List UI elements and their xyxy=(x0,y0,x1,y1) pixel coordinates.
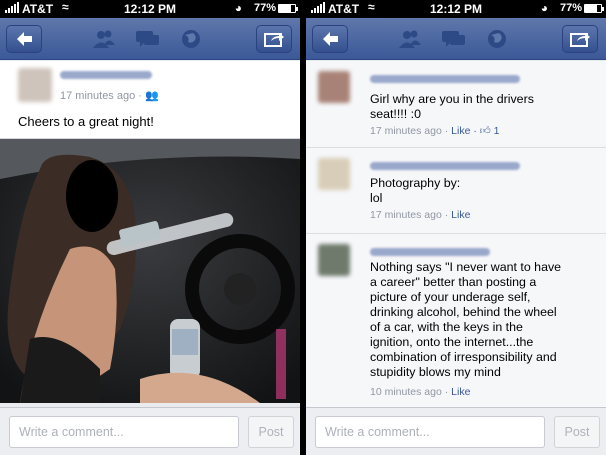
messages-icon[interactable] xyxy=(440,27,468,51)
author-avatar[interactable] xyxy=(18,68,52,102)
notifications-globe-icon[interactable] xyxy=(178,27,206,51)
post-photo[interactable] xyxy=(0,139,300,403)
comment-timestamp: 10 minutes ago · xyxy=(370,386,449,398)
author-name-redacted[interactable] xyxy=(60,71,152,79)
comment-text: Nothing says "I never want to have a car… xyxy=(370,260,562,379)
like-link[interactable]: Like xyxy=(451,386,470,398)
comment-input[interactable]: Write a comment... xyxy=(315,416,545,448)
commenter-avatar[interactable] xyxy=(318,244,350,276)
post-timestamp: 17 minutes ago · xyxy=(60,90,142,102)
share-icon xyxy=(570,33,590,47)
share-button[interactable] xyxy=(562,25,598,53)
comment-composer: Write a comment... Post xyxy=(0,407,300,455)
status-bar: AT&T ≈ 12:12 PM ◕ 77% xyxy=(0,0,300,18)
rotation-lock-icon: ◕ xyxy=(540,1,548,15)
post-comment-button[interactable]: Post xyxy=(248,416,294,448)
rotation-lock-icon: ◕ xyxy=(234,1,242,15)
commenter-avatar[interactable] xyxy=(318,158,350,190)
nav-icons xyxy=(90,27,206,51)
comment-item: Nothing says "I never want to have a car… xyxy=(306,234,606,407)
battery-percent: 77% xyxy=(559,2,582,14)
notifications-globe-icon[interactable] xyxy=(484,27,512,51)
messages-icon[interactable] xyxy=(134,27,162,51)
battery-icon xyxy=(278,4,298,13)
left-screen: AT&T ≈ 12:12 PM ◕ 77% 17 minutes ago · 👥… xyxy=(0,0,300,455)
commenter-name-redacted[interactable] xyxy=(370,162,520,170)
comment-timestamp: 17 minutes ago · xyxy=(370,209,449,221)
comment-meta: 10 minutes ago · Like xyxy=(370,386,470,398)
comment-meta: 17 minutes ago · Like · 👍︎ 1 xyxy=(370,124,500,137)
nav-icons xyxy=(396,27,512,51)
post-text: Cheers to a great night! xyxy=(18,114,154,129)
share-icon xyxy=(264,33,284,47)
back-button[interactable] xyxy=(6,25,42,53)
friend-requests-icon[interactable] xyxy=(396,27,424,51)
battery-icon xyxy=(584,4,604,13)
back-arrow-icon xyxy=(17,32,32,46)
like-count[interactable]: 1 xyxy=(494,125,500,137)
audience-friends-icon: 👥 xyxy=(145,90,159,102)
comment-timestamp: 17 minutes ago · xyxy=(370,125,449,137)
back-arrow-icon xyxy=(323,32,338,46)
nav-bar xyxy=(0,18,300,60)
commenter-name-redacted[interactable] xyxy=(370,248,490,256)
comment-text: Photography by: lol xyxy=(370,176,461,205)
commenter-name-redacted[interactable] xyxy=(370,75,520,83)
comment-input[interactable]: Write a comment... xyxy=(9,416,239,448)
commenter-avatar[interactable] xyxy=(318,71,350,103)
comment-item: Girl why are you in the drivers seat!!!!… xyxy=(306,61,606,148)
comment-item: Photography by: lol 17 minutes ago · Lik… xyxy=(306,148,606,234)
back-button[interactable] xyxy=(312,25,348,53)
status-bar: AT&T ≈ 12:12 PM ◕ 77% xyxy=(306,0,606,18)
post-comment-button[interactable]: Post xyxy=(554,416,600,448)
comment-text: Girl why are you in the drivers seat!!!!… xyxy=(370,92,534,121)
post-photo-image xyxy=(0,139,300,403)
friend-requests-icon[interactable] xyxy=(90,27,118,51)
post-content: 17 minutes ago · 👥 Cheers to a great nig… xyxy=(0,61,300,407)
battery-percent: 77% xyxy=(253,2,276,14)
nav-bar xyxy=(306,18,606,60)
comment-meta: 17 minutes ago · Like xyxy=(370,209,470,221)
thumbs-up-icon: 👍︎ xyxy=(479,125,491,137)
post-header: 17 minutes ago · 👥 Cheers to a great nig… xyxy=(0,61,300,139)
like-link[interactable]: Like xyxy=(451,209,470,221)
right-screen: AT&T ≈ 12:12 PM ◕ 77% Girl why are you i… xyxy=(306,0,606,455)
post-meta: 17 minutes ago · 👥 xyxy=(60,89,159,102)
comment-composer: Write a comment... Post xyxy=(306,407,606,455)
comments-list: Girl why are you in the drivers seat!!!!… xyxy=(306,61,606,407)
like-link[interactable]: Like · xyxy=(451,125,477,137)
share-button[interactable] xyxy=(256,25,292,53)
